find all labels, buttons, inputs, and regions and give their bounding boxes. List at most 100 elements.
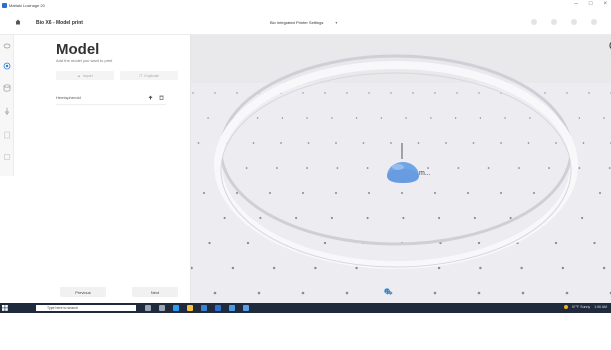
- widgets-icon[interactable]: [159, 305, 165, 311]
- grid-dot: [588, 92, 590, 94]
- minimize-button[interactable]: –: [575, 1, 578, 7]
- grid-dot: [555, 142, 557, 144]
- printer-app-icon[interactable]: [243, 305, 249, 311]
- layers-icon[interactable]: [3, 42, 11, 50]
- edge-icon[interactable]: [173, 305, 179, 311]
- photos-icon[interactable]: [229, 305, 235, 311]
- zoom-in-icon[interactable]: [384, 288, 391, 295]
- scene-canvas[interactable]: m...: [191, 35, 611, 303]
- model-icon[interactable]: [3, 62, 11, 70]
- grid-dot: [203, 192, 205, 194]
- grid-dot: [231, 266, 235, 270]
- duplicate-button[interactable]: ❐ Duplicate: [120, 71, 178, 80]
- grid-dot: [438, 216, 441, 220]
- clock[interactable]: 1:06 AM: [594, 305, 607, 309]
- next-button[interactable]: Next: [132, 287, 178, 297]
- file-explorer-icon[interactable]: [187, 305, 193, 311]
- grid-dot: [214, 92, 216, 94]
- grid-dot: [593, 241, 596, 245]
- grid-dot: [479, 117, 482, 119]
- grid-dot: [236, 92, 238, 94]
- grid-dot: [355, 266, 358, 270]
- mail-icon[interactable]: [215, 305, 221, 311]
- account-icon[interactable]: [591, 19, 597, 25]
- grid-dot: [306, 117, 308, 119]
- help-icon[interactable]: [551, 19, 557, 25]
- project-title: Bio X6 - Model print: [36, 20, 83, 26]
- 3d-viewport[interactable]: m...: [191, 35, 611, 303]
- grid-dot: [412, 92, 414, 94]
- copy-icon: ❐: [139, 73, 143, 78]
- grid-dot: [269, 192, 271, 194]
- grid-dot: [207, 117, 209, 119]
- grid-dot: [479, 266, 482, 270]
- taskbar-search-placeholder: Type here to search: [47, 306, 78, 310]
- grid-icon[interactable]: [3, 153, 11, 161]
- grid-dot: [345, 291, 349, 295]
- weather-text[interactable]: 97°F Sunny: [572, 305, 590, 309]
- database-icon[interactable]: [3, 84, 11, 92]
- dropper-icon[interactable]: [3, 107, 11, 115]
- grid-dot: [608, 167, 611, 169]
- weather-icon[interactable]: [563, 305, 568, 309]
- trash-icon[interactable]: [159, 95, 164, 100]
- model-name: Hemispheroid: [56, 95, 81, 100]
- rail-spacer: [0, 176, 14, 299]
- move-up-icon[interactable]: [148, 95, 153, 100]
- pinned-apps: [145, 305, 249, 311]
- notification-icon[interactable]: [531, 19, 537, 25]
- grid-dot: [602, 266, 606, 270]
- sphere-highlight: [392, 164, 404, 170]
- grid-dot: [433, 291, 437, 295]
- store-icon[interactable]: [201, 305, 207, 311]
- grid-dot: [520, 266, 523, 270]
- grid-dot: [467, 192, 469, 194]
- grid-dot: [314, 266, 317, 270]
- system-tray: 97°F Sunny 1:06 AM: [563, 305, 607, 309]
- grid-dot: [561, 266, 565, 270]
- task-view-icon[interactable]: [145, 305, 151, 311]
- taskbar-search[interactable]: Type here to search: [36, 305, 136, 311]
- settings-icon[interactable]: [571, 19, 577, 25]
- upload-icon: ▲: [77, 73, 81, 78]
- grid-dot: [405, 117, 407, 119]
- windows-start-icon[interactable]: [2, 305, 8, 311]
- grid-dot: [197, 142, 200, 144]
- document-icon[interactable]: [3, 131, 11, 139]
- grid-dot: [548, 167, 551, 169]
- grid-dot: [478, 92, 480, 94]
- grid-dot: [477, 241, 481, 245]
- maximize-button[interactable]: □: [589, 1, 593, 7]
- taskbar-bar: Type here to search 97°F Sunny 1:06 AM: [0, 303, 611, 313]
- sphere-shade: [387, 169, 419, 183]
- grid-dot: [427, 167, 430, 169]
- grid-dot: [295, 216, 298, 220]
- grid-dot: [335, 192, 337, 194]
- printer-select[interactable]: Bio Integrated Printer Settings ▾: [270, 18, 350, 27]
- model-list-item[interactable]: Hemispheroid: [56, 91, 166, 105]
- previous-button[interactable]: Previous: [60, 287, 106, 297]
- grid-dot: [259, 216, 262, 220]
- grid-dot: [280, 142, 282, 144]
- grid-dot: [477, 291, 481, 295]
- grid-dot: [565, 291, 569, 295]
- window-title-bar: Mattaki Lusinage 20 – □ ×: [0, 0, 611, 11]
- panel-gutter: [14, 35, 47, 303]
- grid-dot: [335, 142, 337, 144]
- duplicate-button-label: Duplicate: [144, 73, 159, 78]
- close-button[interactable]: ×: [603, 1, 607, 7]
- grid-dot: [324, 92, 326, 94]
- grid-dot: [366, 167, 369, 169]
- grid-dot: [346, 92, 348, 94]
- home-icon[interactable]: [15, 19, 21, 25]
- object-label: m...: [419, 170, 431, 177]
- grid-dot: [521, 291, 525, 295]
- grid-dot: [362, 142, 365, 144]
- import-button[interactable]: ▲ Import: [56, 71, 114, 80]
- grid-dot: [527, 142, 530, 144]
- grid-dot: [368, 92, 370, 94]
- grid-dot: [500, 142, 502, 144]
- grid-dot: [302, 92, 304, 94]
- grid-dot: [307, 142, 310, 144]
- grid-dot: [252, 142, 255, 144]
